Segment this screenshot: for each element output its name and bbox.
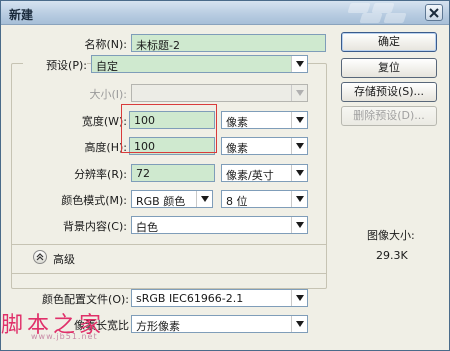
chevron-down-icon bbox=[296, 321, 304, 327]
pixel-aspect-select[interactable]: 方形像素 bbox=[131, 315, 308, 333]
preset-label: 预设(P): bbox=[23, 57, 87, 73]
dialog-title: 新建 bbox=[9, 8, 34, 22]
ok-button[interactable]: 确定 bbox=[341, 32, 437, 52]
color-profile-label: 颜色配置文件(O): bbox=[42, 293, 129, 306]
title-bar: 新建 bbox=[1, 1, 449, 25]
size-select bbox=[131, 84, 308, 102]
watermark-url: www.jb51.net bbox=[31, 332, 98, 341]
color-profile-value: sRGB IEC61966-2.1 bbox=[136, 292, 244, 305]
background-value: 白色 bbox=[136, 221, 158, 234]
chevron-down-icon bbox=[296, 90, 304, 96]
width-label: 宽度(W): bbox=[81, 115, 127, 128]
chevron-down-icon bbox=[296, 170, 304, 176]
color-mode-value: RGB 颜色 bbox=[136, 195, 186, 208]
color-mode-label: 颜色模式(M): bbox=[61, 194, 127, 207]
resolution-unit-select[interactable]: 像素/英寸 bbox=[221, 164, 308, 182]
chevron-down-icon bbox=[296, 61, 304, 67]
chevron-down-icon bbox=[296, 295, 304, 301]
preset-select-value: 自定 bbox=[96, 60, 118, 73]
image-size-value: 29.3K bbox=[376, 249, 408, 262]
advanced-toggle[interactable] bbox=[33, 250, 47, 264]
chevron-up-icon bbox=[36, 253, 44, 261]
width-height-highlight bbox=[121, 104, 217, 153]
preset-select[interactable]: 自定 bbox=[91, 55, 308, 73]
section-divider bbox=[11, 244, 327, 245]
chevron-down-icon bbox=[296, 196, 304, 202]
save-preset-button[interactable]: 存储预设(S)... bbox=[341, 82, 437, 102]
height-unit-select[interactable]: 像素 bbox=[221, 137, 308, 155]
title-decoration bbox=[343, 1, 415, 25]
pixel-aspect-value: 方形像素 bbox=[136, 320, 180, 333]
advanced-label: 高级 bbox=[53, 253, 75, 266]
chevron-down-icon bbox=[296, 117, 304, 123]
resolution-unit-value: 像素/英寸 bbox=[226, 169, 274, 182]
size-label: 大小(I): bbox=[89, 88, 127, 101]
delete-preset-button: 删除预设(D)... bbox=[341, 106, 437, 126]
resolution-input[interactable]: 72 bbox=[131, 164, 215, 182]
close-icon bbox=[429, 8, 439, 18]
image-size-label: 图像大小: bbox=[367, 229, 415, 242]
color-mode-select[interactable]: RGB 颜色 bbox=[131, 190, 213, 208]
width-unit-value: 像素 bbox=[226, 116, 248, 129]
new-document-dialog: 新建 名称(N): 未标题-2 预设(P): 自定 大小(I): 宽度(W): … bbox=[0, 0, 450, 351]
bit-depth-value: 8 位 bbox=[226, 195, 248, 208]
section-divider bbox=[11, 273, 327, 274]
reset-button[interactable]: 复位 bbox=[341, 58, 437, 78]
background-select[interactable]: 白色 bbox=[131, 216, 308, 234]
height-label: 高度(H): bbox=[84, 141, 127, 154]
width-unit-select[interactable]: 像素 bbox=[221, 111, 308, 129]
chevron-down-icon bbox=[296, 222, 304, 228]
resolution-label: 分辨率(R): bbox=[74, 168, 127, 181]
background-label: 背景内容(C): bbox=[63, 220, 127, 233]
bit-depth-select[interactable]: 8 位 bbox=[221, 190, 308, 208]
name-label: 名称(N): bbox=[84, 38, 127, 51]
chevron-down-icon bbox=[201, 196, 209, 202]
name-input[interactable]: 未标题-2 bbox=[131, 34, 326, 52]
height-unit-value: 像素 bbox=[226, 142, 248, 155]
chevron-down-icon bbox=[296, 143, 304, 149]
close-button[interactable] bbox=[425, 4, 443, 21]
color-profile-select[interactable]: sRGB IEC61966-2.1 bbox=[131, 289, 308, 307]
